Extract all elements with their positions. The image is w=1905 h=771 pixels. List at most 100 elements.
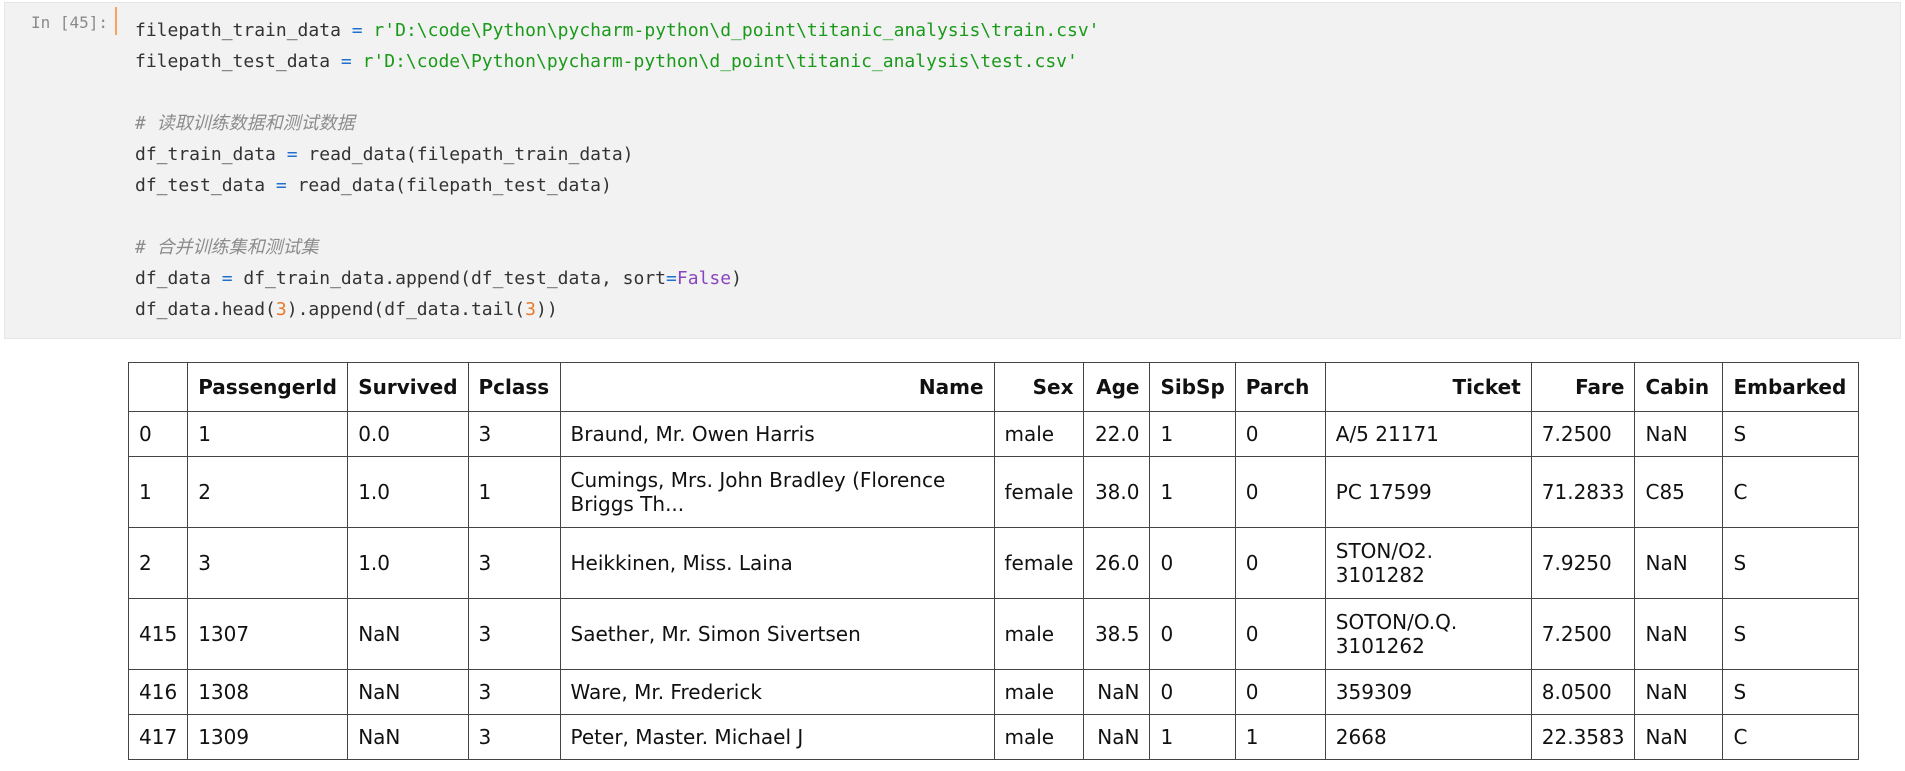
- cell-age: NaN: [1083, 669, 1151, 715]
- code-token: r'D:\code\Python\pycharm-python\d_point\…: [362, 20, 1100, 41]
- cell-survived: NaN: [347, 669, 469, 715]
- cell-pclass: 3: [467, 527, 561, 599]
- code-token: ): [731, 268, 742, 289]
- cell-sibsp: 0: [1149, 669, 1236, 715]
- cell-ticket: SOTON/O.Q. 3101262: [1324, 598, 1532, 670]
- column-header-passengerid: PassengerId: [187, 362, 349, 412]
- cell-name: Braund, Mr. Owen Harris: [559, 411, 995, 457]
- cell-embarked: S: [1722, 669, 1860, 715]
- cell-age: NaN: [1083, 714, 1151, 760]
- code-token: df_data: [135, 268, 222, 289]
- cell-fare: 7.2500: [1530, 598, 1636, 670]
- cell-passengerid: 1: [187, 411, 349, 457]
- code-token: r'D:\code\Python\pycharm-python\d_point\…: [351, 51, 1078, 72]
- cell-fare: 71.2833: [1530, 456, 1636, 528]
- cell-cabin: NaN: [1634, 598, 1724, 670]
- column-header-pclass: Pclass: [467, 362, 561, 412]
- cell-cabin: NaN: [1634, 411, 1724, 457]
- cell-passengerid: 1309: [187, 714, 349, 760]
- cell-ticket: STON/O2. 3101282: [1324, 527, 1532, 599]
- cell-index: 416: [127, 669, 189, 715]
- code-token: filepath_test_data: [135, 51, 341, 72]
- cell-sex: female: [993, 456, 1085, 528]
- cell-fare: 7.9250: [1530, 527, 1636, 599]
- cell-survived: NaN: [347, 598, 469, 670]
- cell-index: 0: [127, 411, 189, 457]
- cell-ticket: PC 17599: [1324, 456, 1532, 528]
- table-row: 416 1308 NaN 3 Ware, Mr. Frederick male NaN 0 0 3…: [127, 669, 1860, 715]
- code-token: =: [221, 268, 233, 289]
- code-token: read_data(filepath_train_data): [297, 144, 634, 165]
- cell-parch: 0: [1234, 598, 1326, 670]
- cell-age: 26.0: [1083, 527, 1151, 599]
- cell-prompt: In [45]:: [31, 13, 109, 32]
- cell-embarked: S: [1722, 411, 1860, 457]
- code-token: =: [666, 268, 677, 289]
- column-header-embarked: Embarked: [1722, 362, 1860, 412]
- table-row: 1 2 1.0 1 Cumings, Mrs. John Bradley (Floren…: [127, 456, 1860, 528]
- code-token: filepath_train_data: [135, 20, 352, 41]
- column-header-sex: Sex: [993, 362, 1085, 412]
- table-row: 2 3 1.0 3 Heikkinen, Miss. Laina female 26.0 0 0…: [127, 527, 1860, 599]
- cell-ticket: 359309: [1324, 669, 1532, 715]
- cell-age: 22.0: [1083, 411, 1151, 457]
- cell-cabin: NaN: [1634, 527, 1724, 599]
- cell-parch: 0: [1234, 527, 1326, 599]
- code-token: df_train_data.append(df_test_data, sort: [232, 268, 667, 289]
- code-token: df_data.head(: [135, 299, 276, 320]
- cell-passengerid: 2: [187, 456, 349, 528]
- cell-sex: male: [993, 411, 1085, 457]
- cell-name: Heikkinen, Miss. Laina: [559, 527, 995, 599]
- column-header-name: Name: [559, 362, 995, 412]
- cell-index: 417: [127, 714, 189, 760]
- cell-fare: 22.3583: [1530, 714, 1636, 760]
- code-token: =: [286, 144, 298, 165]
- dataframe-output: PassengerId Survived Pclass Name Sex Age…: [127, 362, 1860, 760]
- table-row: 417 1309 NaN 3 Peter, Master. Michael Jmale N…: [127, 714, 1860, 760]
- cell-ticket: 2668: [1324, 714, 1532, 760]
- code-token: =: [340, 51, 352, 72]
- code-token: 3: [275, 299, 287, 320]
- cell-survived: NaN: [347, 714, 469, 760]
- code-editor[interactable]: filepath_train_data = r'D:\code\Python\p…: [135, 15, 1100, 325]
- cell-survived: 0.0: [347, 411, 469, 457]
- table-header-row: PassengerId Survived Pclass Name Sex Age…: [127, 362, 1860, 412]
- cell-cabin: C85: [1634, 456, 1724, 528]
- cell-name: Cumings, Mrs. John Bradley (Florence Bri…: [559, 456, 995, 528]
- cell-name: Ware, Mr. Frederick: [559, 669, 995, 715]
- cell-parch: 1: [1234, 714, 1326, 760]
- code-line: df_data = df_train_data.append(df_test_d…: [135, 263, 1100, 294]
- cell-ticket: A/5 21171: [1324, 411, 1532, 457]
- code-line: df_test_data = read_data(filepath_test_d…: [135, 170, 1100, 201]
- cell-cabin: NaN: [1634, 669, 1724, 715]
- code-cell[interactable]: In [45]: filepath_train_data = r'D:\code…: [4, 2, 1901, 339]
- column-header-survived: Survived: [347, 362, 469, 412]
- cell-index: 1: [127, 456, 189, 528]
- code-line: filepath_train_data = r'D:\code\Python\p…: [135, 15, 1100, 46]
- cell-age: 38.0: [1083, 456, 1151, 528]
- column-header-parch: Parch: [1234, 362, 1326, 412]
- code-token: ).append(df_data.tail(: [286, 299, 526, 320]
- code-token: read_data(filepath_test_data): [286, 175, 612, 196]
- column-header-sibsp: SibSp: [1149, 362, 1236, 412]
- column-header-age: Age: [1083, 362, 1151, 412]
- code-line: df_data.head(3).append(df_data.tail(3)): [135, 294, 1100, 325]
- code-line: # 合并训练集和测试集: [135, 232, 1100, 263]
- cell-fare: 7.2500: [1530, 411, 1636, 457]
- cell-embarked: C: [1722, 456, 1860, 528]
- cell-sibsp: 1: [1149, 411, 1236, 457]
- cell-sex: male: [993, 714, 1085, 760]
- cell-pclass: 1: [467, 456, 561, 528]
- code-token: )): [536, 299, 558, 320]
- code-line: df_train_data = read_data(filepath_train…: [135, 139, 1100, 170]
- cell-passengerid: 1308: [187, 669, 349, 715]
- cell-sibsp: 1: [1149, 714, 1236, 760]
- code-token: # 读取训练数据和测试数据: [135, 113, 355, 134]
- cell-index: 2: [127, 527, 189, 599]
- cell-parch: 0: [1234, 456, 1326, 528]
- cell-pclass: 3: [467, 669, 561, 715]
- cell-name: Saether, Mr. Simon Sivertsen: [559, 598, 995, 670]
- cell-parch: 0: [1234, 669, 1326, 715]
- code-token: =: [351, 20, 363, 41]
